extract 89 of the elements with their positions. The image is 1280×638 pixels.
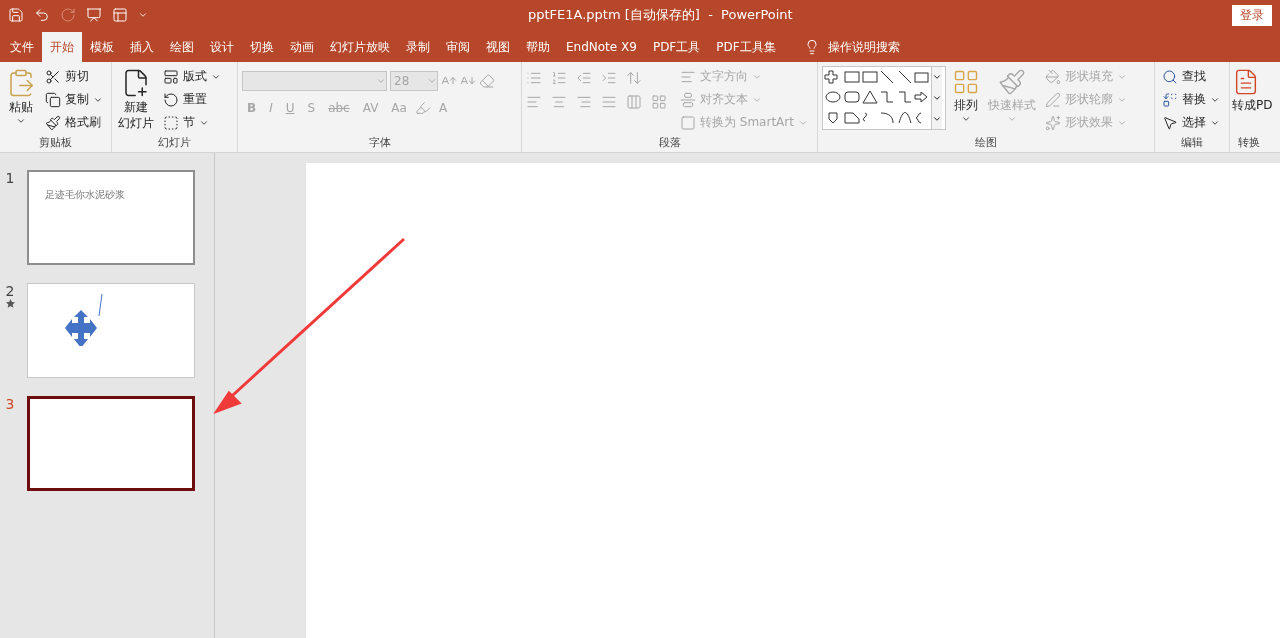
caret-icon [1007, 114, 1017, 124]
slide-button[interactable]: 版式 [160, 66, 224, 87]
replace-icon [1162, 91, 1178, 108]
customize-icon[interactable] [138, 10, 148, 20]
star-icon [5, 299, 15, 308]
group-label: 字体 [368, 135, 391, 151]
slide-number: 3 [5, 396, 15, 412]
decrease-indent-icon[interactable] [576, 70, 592, 86]
slide-button[interactable]: 重置 [160, 89, 224, 110]
align-center-icon[interactable] [551, 94, 567, 110]
slide-text: 足迹毛你水泥砂浆 [45, 188, 125, 202]
ribbon-tab[interactable]: 动画 [282, 32, 322, 62]
ribbon-tab[interactable]: 切换 [242, 32, 282, 62]
paste-button[interactable]: 粘贴 [4, 66, 38, 134]
tell-me-search[interactable]: 操作说明搜索 [797, 32, 906, 62]
save-icon[interactable] [8, 7, 24, 23]
paintbrush-icon [45, 114, 61, 131]
ribbon-tab[interactable]: 模板 [82, 32, 122, 62]
layout-icon[interactable] [112, 7, 128, 23]
slide-number: 2 [5, 283, 15, 299]
ribbon-tab[interactable]: 绘图 [162, 32, 202, 62]
arrange-icon [952, 68, 980, 96]
ribbon-tab[interactable]: 审阅 [438, 32, 478, 62]
clipboard-button[interactable]: 格式刷 [42, 112, 106, 133]
ribbon-tab[interactable]: 开始 [42, 32, 82, 62]
ribbon-tab[interactable]: 视图 [478, 32, 518, 62]
group-label: 绘图 [975, 135, 997, 151]
slide-number: 1 [5, 170, 15, 186]
redo-icon[interactable] [60, 7, 76, 23]
caret-icon [932, 93, 942, 103]
font-name-field[interactable] [242, 71, 387, 91]
convert-pdf-button[interactable]: 转成PD [1232, 66, 1273, 134]
highlighter-icon[interactable] [414, 100, 431, 116]
group-label: 段落 [658, 135, 681, 151]
ribbon-tab[interactable]: 插入 [122, 32, 162, 62]
ribbon-tab[interactable]: PDF工具集 [708, 32, 784, 62]
slide-canvas[interactable] [306, 163, 1280, 638]
line-icon [98, 294, 103, 316]
group-label: 转换 [1237, 135, 1260, 151]
new-slide-button[interactable]: 新建 幻灯片 [116, 66, 156, 134]
quick-styles-icon [998, 68, 1026, 96]
ribbon-tab[interactable]: PDF工具 [644, 32, 709, 62]
ribbon-tab[interactable]: 幻灯片放映 [322, 32, 398, 62]
slide-thumbnail[interactable]: 足迹毛你水泥砂浆 [27, 170, 195, 265]
pointer-icon [1162, 114, 1178, 131]
section-icon [163, 114, 179, 131]
window-title: pptFE1A.pptm [自动保存的] - PowerPoint [528, 6, 794, 24]
clear-format-icon[interactable] [479, 73, 495, 89]
arrange-button[interactable]: 排列 [950, 66, 982, 134]
group-label: 编辑 [1181, 135, 1203, 151]
caret-icon [961, 114, 971, 124]
shape-gallery[interactable] [822, 66, 946, 130]
caret-icon [376, 76, 386, 86]
sparkles-icon [1045, 114, 1061, 131]
align-left-icon[interactable] [526, 94, 542, 110]
line-spacing-icon[interactable] [626, 70, 642, 86]
editing-button[interactable]: 查找 [1159, 66, 1225, 87]
reset-icon [163, 91, 179, 108]
layout-icon [163, 68, 179, 85]
sign-in-button[interactable]: 登录 [1232, 4, 1272, 26]
align-text-icon [680, 91, 696, 108]
slide-thumbnail[interactable] [27, 396, 195, 491]
editing-button[interactable]: 替换 [1159, 89, 1225, 110]
caret-icon [16, 116, 26, 126]
numbering-icon[interactable] [551, 70, 567, 86]
clipboard-button[interactable]: 复制 [42, 89, 106, 110]
ribbon-tab[interactable]: 文件 [2, 32, 42, 62]
clipboard-button[interactable]: 剪切 [42, 66, 106, 87]
ribbon-tab[interactable]: 设计 [202, 32, 242, 62]
slide-button[interactable]: 节 [160, 112, 224, 133]
justify-icon[interactable] [601, 94, 617, 110]
editing-button[interactable]: 选择 [1159, 112, 1225, 133]
paint-bucket-icon [1045, 68, 1061, 85]
ribbon-tab[interactable]: 帮助 [518, 32, 558, 62]
bullets-icon[interactable] [526, 70, 542, 86]
ribbon-tab[interactable]: 录制 [398, 32, 438, 62]
ribbon-tab[interactable]: EndNote X9 [558, 32, 645, 62]
pen-icon [1045, 91, 1061, 108]
caret-icon [427, 76, 437, 86]
increase-indent-icon[interactable] [601, 70, 617, 86]
align-right-icon[interactable] [576, 94, 592, 110]
copy-icon [45, 91, 61, 108]
scissors-icon [45, 68, 61, 85]
group-label: 剪贴板 [39, 135, 72, 151]
smartart-icon [680, 114, 696, 131]
group-label: 幻灯片 [158, 135, 191, 151]
slideshow-icon[interactable] [86, 7, 102, 23]
undo-icon[interactable] [34, 7, 50, 23]
search-icon [1162, 68, 1178, 85]
